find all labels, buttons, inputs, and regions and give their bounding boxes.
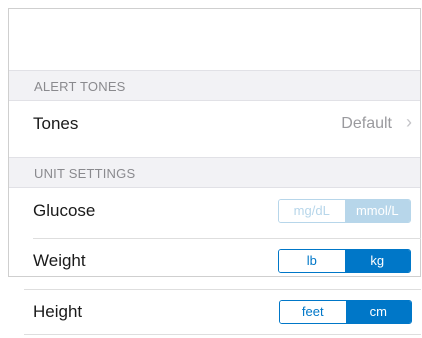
height-label: Height xyxy=(33,302,83,321)
glucose-row: Glucose mg/dL mmol/L xyxy=(9,189,420,232)
height-option-feet[interactable]: feet xyxy=(280,301,346,323)
glucose-label: Glucose xyxy=(33,201,96,220)
weight-option-kg[interactable]: kg xyxy=(344,250,410,272)
glucose-unit-segmented-control[interactable]: mg/dL mmol/L xyxy=(278,199,411,223)
height-unit-segmented-control[interactable]: feet cm xyxy=(279,300,412,324)
glucose-option-mmoll[interactable]: mmol/L xyxy=(344,200,410,222)
divider xyxy=(24,334,421,335)
divider xyxy=(8,276,421,277)
height-option-cm[interactable]: cm xyxy=(345,301,411,323)
glucose-option-mgdl[interactable]: mg/dL xyxy=(279,200,345,222)
unit-settings-header: UNIT SETTINGS xyxy=(9,157,420,188)
weight-option-lb[interactable]: lb xyxy=(279,250,345,272)
tones-label: Tones xyxy=(33,114,79,133)
weight-label: Weight xyxy=(33,251,86,270)
height-row: Height feet cm xyxy=(0,290,421,333)
chevron-right-icon: › xyxy=(406,112,412,132)
alert-tones-title: ALERT TONES xyxy=(34,79,126,94)
alert-tones-header: ALERT TONES xyxy=(9,70,420,101)
tones-value: Default xyxy=(341,115,392,132)
unit-settings-title: UNIT SETTINGS xyxy=(34,166,136,181)
tones-row[interactable]: Tones Default › xyxy=(9,102,420,145)
weight-unit-segmented-control[interactable]: lb kg xyxy=(278,249,411,273)
